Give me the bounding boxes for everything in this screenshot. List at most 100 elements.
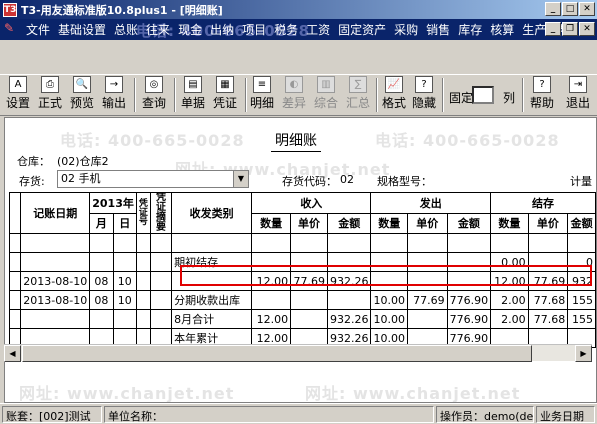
cell-ip	[290, 309, 328, 329]
header-balance: 结存	[490, 192, 596, 214]
format-button[interactable]: 📈 格式	[382, 76, 406, 114]
mdi-restore-button[interactable]: ❐	[562, 22, 578, 36]
cell-bp: 77.68	[527, 309, 569, 329]
header-out-price: 单价	[406, 212, 448, 234]
export-button[interactable]: → 输出	[102, 76, 126, 114]
menu-cash[interactable]: 现金	[174, 21, 206, 38]
exit-icon: ⇥	[569, 76, 587, 93]
cell-vno	[135, 252, 151, 272]
query-button[interactable]: ◎ 查询	[142, 76, 166, 114]
header-select	[8, 192, 22, 234]
toolbar-separator	[245, 78, 247, 112]
mdi-minimize-button[interactable]: _	[545, 22, 561, 36]
cell-ia: 932.26	[326, 271, 372, 291]
settings-icon: A	[9, 76, 27, 93]
scroll-thumb[interactable]	[22, 345, 532, 362]
table-row[interactable]: 2013-08-10 08 10 12.00 77.69 932.26 12.00 77.69…	[8, 271, 596, 291]
ledger-table: 记账日期 2013年 凭证号 凭证摘要 收发类别 收入 发出 结存 月 日 数量…	[8, 192, 596, 348]
close-button[interactable]: ✕	[579, 2, 595, 16]
cell-op	[406, 271, 448, 291]
cell-ba	[567, 233, 596, 253]
help-button[interactable]: ? 帮助	[530, 76, 554, 114]
exit-button[interactable]: ⇥ 退出	[566, 76, 590, 114]
status-unit-name: 单位名称：	[104, 406, 434, 423]
app-icon: T3	[3, 2, 17, 17]
toolbar-separator	[442, 78, 444, 112]
menu-fixed-assets[interactable]: 固定资产	[334, 21, 390, 38]
table-row[interactable]	[8, 233, 596, 253]
menu-accounting[interactable]: 核算	[486, 21, 518, 38]
total-icon: ∑	[349, 76, 367, 93]
header-out-qty: 数量	[370, 212, 408, 234]
minimize-button[interactable]: _	[545, 2, 561, 16]
detail-button[interactable]: ≡ 明细	[250, 76, 274, 114]
cell-d	[112, 252, 137, 272]
cell-ip	[290, 252, 328, 272]
hide-button[interactable]: ? 隐藏	[412, 76, 436, 114]
stock-select[interactable]: 02 手机 ▼	[57, 170, 249, 188]
cell-bp	[527, 252, 569, 272]
printer-icon: ⎙	[41, 76, 59, 93]
cell-type	[171, 233, 253, 253]
watermark-phone: 电话: 400-665-0028	[375, 131, 560, 150]
table-row[interactable]: 8月合计 12.00 932.26 10.00 776.90 2.00 77.68 155	[8, 309, 596, 329]
menu-basic-settings[interactable]: 基础设置	[54, 21, 110, 38]
menu-project[interactable]: 项目	[238, 21, 270, 38]
row-selector[interactable]	[8, 233, 22, 253]
cell-oq	[370, 271, 408, 291]
maximize-button[interactable]: □	[562, 2, 578, 16]
document-icon[interactable]: ✎	[4, 21, 20, 37]
cell-op	[406, 309, 448, 329]
stock-label: 存货:	[19, 175, 45, 188]
column-label: 列	[503, 91, 516, 105]
difference-button[interactable]: ◐ 差异	[282, 76, 306, 114]
summary-button[interactable]: ▥ 综合	[314, 76, 338, 114]
row-selector[interactable]	[8, 290, 22, 310]
watermark-site: 网址: www.chanjet.net	[305, 384, 521, 403]
menu-cashier[interactable]: 出纳	[206, 21, 238, 38]
menu-sales[interactable]: 销售	[422, 21, 454, 38]
row-selector[interactable]	[8, 309, 22, 329]
cell-date	[20, 309, 91, 329]
table-row[interactable]: 2013-08-10 08 10 分期收款出库 10.00 77.69 776.90 2.00…	[8, 290, 596, 310]
binoculars-icon: ◎	[145, 76, 163, 93]
cell-m	[89, 252, 114, 272]
menu-file[interactable]: 文件	[22, 21, 54, 38]
cell-bq: 12.00	[490, 271, 529, 291]
horizontal-scrollbar[interactable]: ◀ ▶	[4, 344, 592, 362]
header-out-amount: 金额	[446, 212, 492, 234]
chevron-down-icon[interactable]: ▼	[233, 171, 248, 187]
hide-icon: ?	[415, 76, 433, 93]
print-button[interactable]: ⎙ 正式	[38, 76, 62, 114]
menu-general-ledger[interactable]: 总账	[110, 21, 142, 38]
mdi-close-button[interactable]: ✕	[579, 22, 595, 36]
cell-ip: 77.69	[290, 271, 328, 291]
cell-oq	[370, 233, 408, 253]
scroll-left-icon[interactable]: ◀	[4, 345, 21, 362]
table-row[interactable]: 期初结存 0.00 0	[8, 252, 596, 272]
header-bal-qty: 数量	[490, 212, 529, 234]
total-button[interactable]: ∑ 汇总	[346, 76, 370, 114]
detail-icon: ≡	[253, 76, 271, 93]
cell-ia	[326, 233, 372, 253]
menu-purchase[interactable]: 采购	[390, 21, 422, 38]
cell-op: 77.69	[406, 290, 448, 310]
scroll-right-icon[interactable]: ▶	[575, 345, 592, 362]
cell-bp	[527, 233, 569, 253]
menu-tax[interactable]: 税务	[270, 21, 302, 38]
header-out: 发出	[370, 192, 492, 214]
row-selector[interactable]	[8, 252, 22, 272]
row-selector[interactable]	[8, 271, 22, 291]
menu-inventory[interactable]: 库存	[454, 21, 486, 38]
cell-vno	[135, 233, 151, 253]
document-button[interactable]: ▤ 单据	[181, 76, 205, 114]
voucher-button[interactable]: ▦ 凭证	[213, 76, 237, 114]
settings-button[interactable]: A 设置	[6, 76, 30, 114]
cell-type: 期初结存	[171, 252, 253, 272]
menu-receivables[interactable]: 往来	[142, 21, 174, 38]
menu-payroll[interactable]: 工资	[302, 21, 334, 38]
preview-button[interactable]: 🔍 预览	[70, 76, 94, 114]
cell-oa	[446, 271, 492, 291]
cell-d: 10	[112, 290, 137, 310]
fixed-columns-input[interactable]	[472, 86, 494, 104]
